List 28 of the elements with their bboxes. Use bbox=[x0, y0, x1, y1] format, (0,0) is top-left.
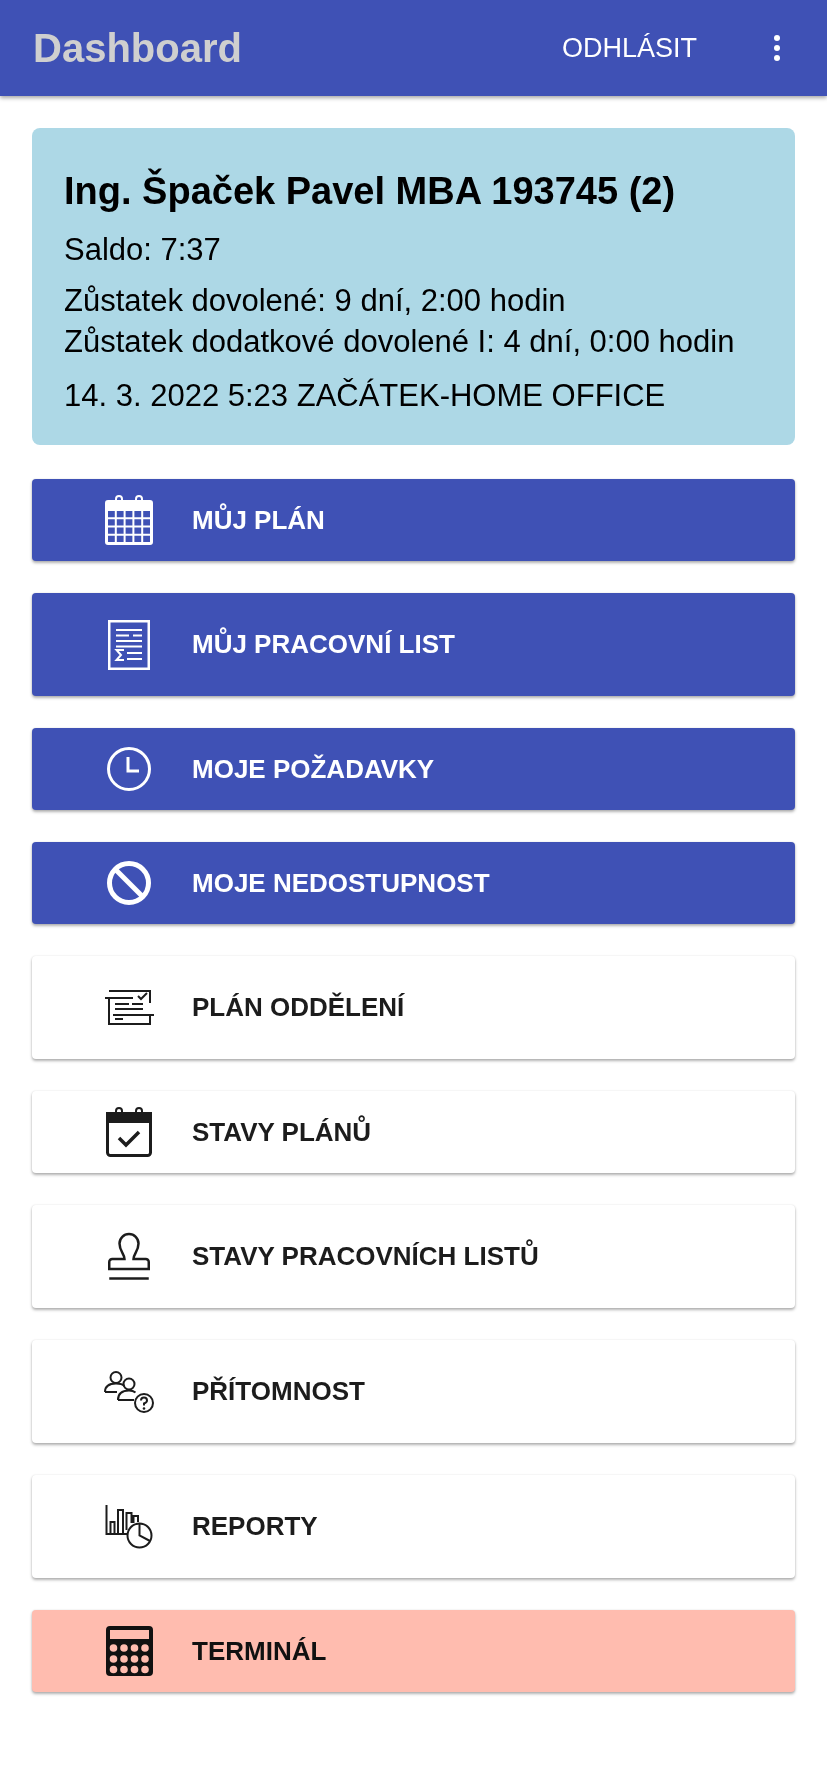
menu-button[interactable]: STAVY PLÁNŮ bbox=[32, 1091, 795, 1173]
menu-button[interactable]: MOJE POŽADAVKY bbox=[32, 728, 795, 810]
app-title: Dashboard bbox=[33, 25, 242, 72]
calendar-check-icon bbox=[106, 1107, 152, 1157]
menu-button[interactable]: MŮJ PRACOVNÍ LIST bbox=[32, 593, 795, 696]
menu-button[interactable]: TERMINÁL bbox=[32, 1610, 795, 1692]
logout-button[interactable]: ODHLÁSIT bbox=[561, 31, 697, 65]
calculator-icon bbox=[105, 1626, 153, 1676]
menu-button[interactable]: REPORTY bbox=[32, 1475, 795, 1578]
document-icon bbox=[108, 619, 150, 670]
leave-balance-text: Zůstatek dodatkové dovolené I: 4 dní, 0:00 hodin bbox=[64, 323, 736, 361]
prohibited-icon bbox=[107, 861, 151, 905]
more-icon[interactable] bbox=[774, 35, 780, 61]
clock-icon bbox=[107, 747, 151, 791]
menu-button[interactable]: MOJE NEDOSTUPNOST bbox=[32, 842, 795, 924]
stamp-icon bbox=[108, 1232, 150, 1281]
people-question-icon bbox=[104, 1370, 154, 1413]
menu-button[interactable]: PŘÍTOMNOST bbox=[32, 1340, 795, 1443]
checklist-icon bbox=[104, 990, 154, 1025]
calendar-icon bbox=[105, 495, 153, 545]
menu-button[interactable]: MŮJ PLÁN bbox=[32, 479, 795, 561]
last-event-text: 14. 3. 2022 5:23 ZAČÁTEK-HOME OFFICE bbox=[64, 377, 667, 415]
menu-button[interactable]: PLÁN ODDĚLENÍ bbox=[32, 956, 795, 1059]
employee-name: Ing. Špaček Pavel MBA 193745 (2) bbox=[64, 168, 677, 214]
balance-text: Saldo: 7:37 bbox=[64, 231, 222, 269]
leave-balance-text: Zůstatek dovolené: 9 dní, 2:00 hodin bbox=[64, 282, 567, 320]
chart-icon bbox=[105, 1504, 153, 1549]
menu-button[interactable]: STAVY PRACOVNÍCH LISTŮ bbox=[32, 1205, 795, 1308]
